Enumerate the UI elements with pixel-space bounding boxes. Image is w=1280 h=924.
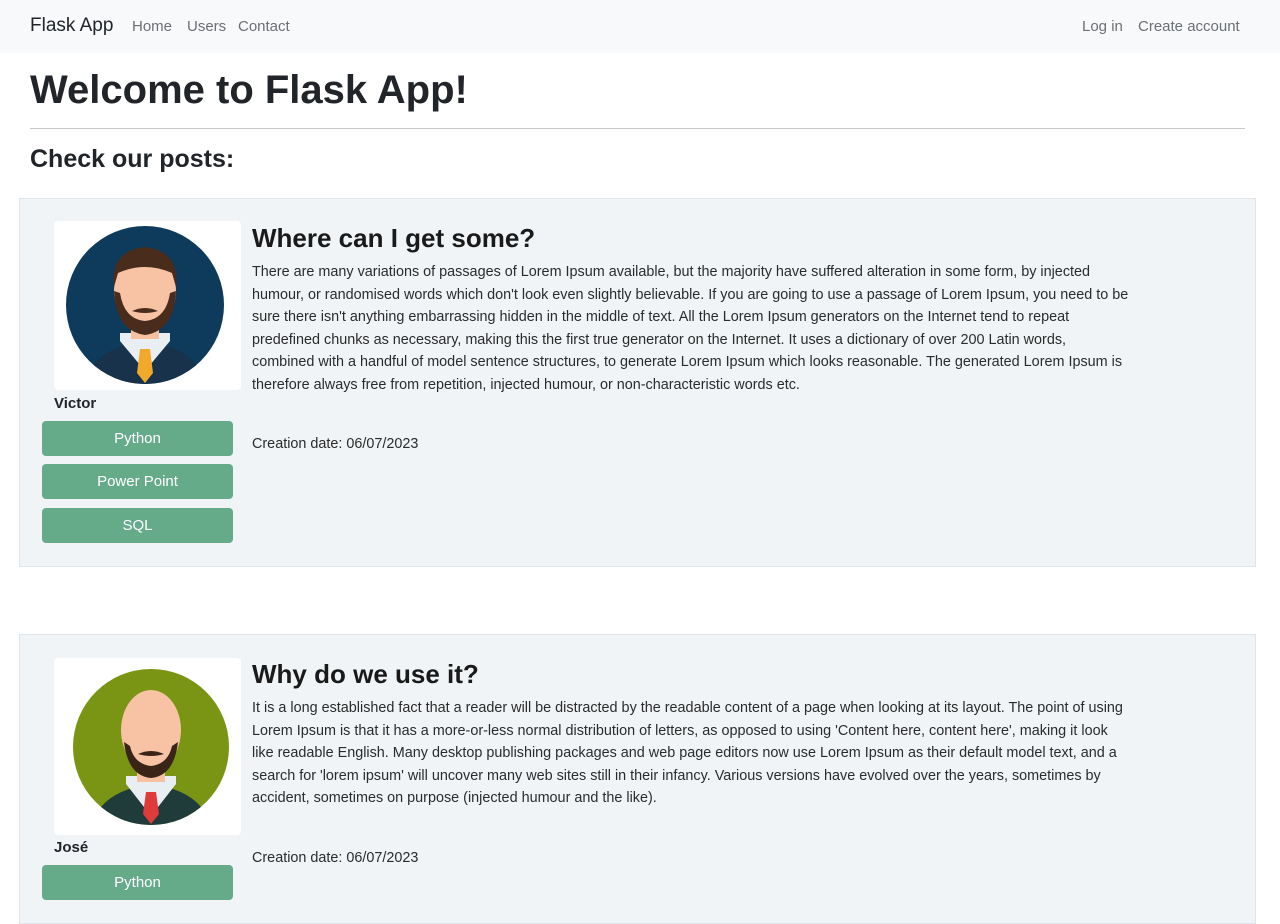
- author-avatar: [54, 658, 241, 835]
- post-card: Victor Python Power Point SQL Where can …: [19, 198, 1256, 567]
- page-title: Welcome to Flask App!: [30, 68, 468, 112]
- author-avatar: [54, 221, 241, 390]
- section-title: Check our posts:: [30, 145, 235, 173]
- avatar-man-icon: [66, 226, 224, 384]
- post-body: It is a long established fact that a rea…: [252, 700, 1123, 806]
- post-title: Where can I get some?: [252, 223, 536, 253]
- author-name: Victor: [54, 395, 97, 412]
- nav-users-link[interactable]: Users: [187, 18, 226, 35]
- tag-python-button[interactable]: Python: [42, 421, 233, 456]
- create-account-link[interactable]: Create account: [1138, 18, 1240, 35]
- navbar: Flask App Home Users Contact Log in Crea…: [0, 0, 1280, 53]
- post-date: Creation date: 06/07/2023: [252, 850, 419, 866]
- nav-contact-link[interactable]: Contact: [238, 18, 290, 35]
- post-body: There are many variations of passages of…: [252, 264, 1129, 393]
- login-link[interactable]: Log in: [1082, 18, 1123, 35]
- author-name: José: [54, 839, 89, 856]
- tag-power-point-button[interactable]: Power Point: [42, 464, 233, 499]
- tag-python-button[interactable]: Python: [42, 865, 233, 900]
- tag-sql-button[interactable]: SQL: [42, 508, 233, 543]
- divider: [30, 128, 1245, 129]
- nav-home-link[interactable]: Home: [132, 18, 172, 35]
- brand-link[interactable]: Flask App: [30, 15, 113, 37]
- post-date: Creation date: 06/07/2023: [252, 436, 419, 452]
- post-card: José Python Why do we use it? It is a lo…: [19, 634, 1256, 924]
- post-title: Why do we use it?: [252, 659, 479, 689]
- avatar-man-icon: [73, 669, 229, 825]
